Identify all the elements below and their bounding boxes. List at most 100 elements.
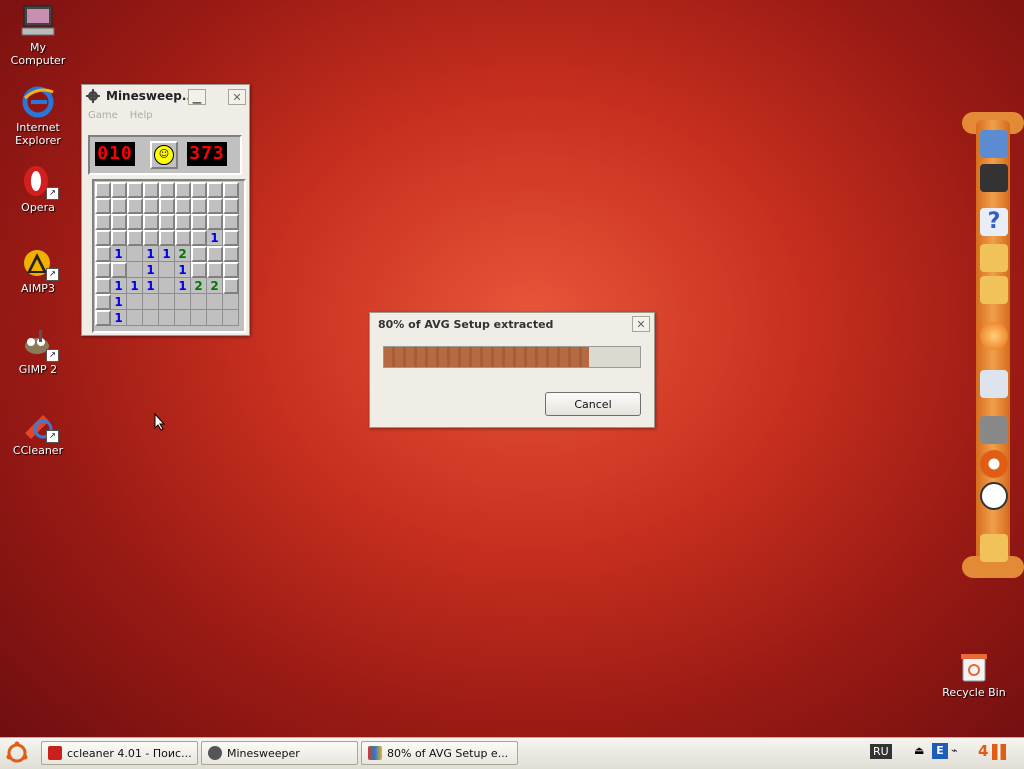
covered-cell[interactable] [207, 182, 223, 198]
number-cell[interactable]: 1 [111, 294, 127, 310]
covered-cell[interactable] [127, 230, 143, 246]
covered-cell[interactable] [143, 198, 159, 214]
covered-cell[interactable] [207, 214, 223, 230]
covered-cell[interactable] [191, 230, 207, 246]
revealed-cell[interactable] [127, 310, 143, 326]
covered-cell[interactable] [111, 182, 127, 198]
covered-cell[interactable] [207, 246, 223, 262]
revealed-cell[interactable] [159, 262, 175, 278]
menu-game[interactable]: Game [88, 110, 118, 121]
revealed-cell[interactable] [127, 246, 143, 262]
number-cell[interactable]: 2 [175, 246, 191, 262]
revealed-cell[interactable] [159, 278, 175, 294]
tray-network-icon[interactable]: ⌁ [951, 744, 958, 757]
covered-cell[interactable] [127, 214, 143, 230]
taskbar-button-ccleaner[interactable]: ccleaner 4.01 - Поис... [41, 741, 198, 765]
covered-cell[interactable] [191, 246, 207, 262]
covered-cell[interactable] [175, 230, 191, 246]
revealed-cell[interactable] [223, 310, 239, 326]
number-cell[interactable]: 1 [143, 262, 159, 278]
covered-cell[interactable] [127, 182, 143, 198]
covered-cell[interactable] [159, 230, 175, 246]
taskbar-button-minesweeper[interactable]: Minesweeper [201, 741, 358, 765]
covered-cell[interactable] [95, 246, 111, 262]
covered-cell[interactable] [111, 198, 127, 214]
covered-cell[interactable] [223, 182, 239, 198]
covered-cell[interactable] [95, 262, 111, 278]
desktop-icon-aimp3[interactable]: ↗ AIMP3 [4, 245, 72, 295]
covered-cell[interactable] [159, 182, 175, 198]
number-cell[interactable]: 1 [159, 246, 175, 262]
minimize-button[interactable]: ▁ [188, 89, 206, 105]
revealed-cell[interactable] [175, 294, 191, 310]
covered-cell[interactable] [95, 214, 111, 230]
number-cell[interactable]: 1 [207, 230, 223, 246]
covered-cell[interactable] [223, 262, 239, 278]
new-game-button[interactable]: ☺ [150, 141, 178, 169]
dock-network-icon[interactable] [980, 164, 1008, 192]
revealed-cell[interactable] [159, 310, 175, 326]
dock-firefox-icon[interactable] [980, 322, 1008, 350]
dock-ubuntu-icon[interactable] [980, 450, 1008, 478]
covered-cell[interactable] [223, 198, 239, 214]
tray-clock[interactable]: 4 [978, 742, 988, 760]
revealed-cell[interactable] [191, 310, 207, 326]
covered-cell[interactable] [175, 198, 191, 214]
language-indicator[interactable]: RU [870, 744, 892, 759]
covered-cell[interactable] [143, 182, 159, 198]
desktop-icon-ccleaner[interactable]: ↗ CCleaner [4, 407, 72, 457]
revealed-cell[interactable] [207, 294, 223, 310]
dock-media-player-icon[interactable] [980, 370, 1008, 398]
desktop-icon-gimp[interactable]: ↗ GIMP 2 [4, 326, 72, 376]
covered-cell[interactable] [95, 278, 111, 294]
covered-cell[interactable] [143, 214, 159, 230]
covered-cell[interactable] [207, 198, 223, 214]
covered-cell[interactable] [95, 230, 111, 246]
minesweeper-titlebar[interactable]: Minesweep... [82, 85, 249, 107]
covered-cell[interactable] [191, 198, 207, 214]
covered-cell[interactable] [175, 214, 191, 230]
number-cell[interactable]: 1 [111, 278, 127, 294]
covered-cell[interactable] [223, 278, 239, 294]
covered-cell[interactable] [223, 230, 239, 246]
number-cell[interactable]: 2 [207, 278, 223, 294]
dock-help-icon[interactable]: ? [980, 208, 1008, 236]
revealed-cell[interactable] [175, 310, 191, 326]
revealed-cell[interactable] [127, 262, 143, 278]
dock-computer-icon[interactable] [980, 130, 1008, 158]
desktop-icon-internet-explorer[interactable]: Internet Explorer [4, 84, 72, 147]
revealed-cell[interactable] [127, 294, 143, 310]
desktop-icon-opera[interactable]: ↗ Opera [4, 164, 72, 214]
covered-cell[interactable] [111, 230, 127, 246]
tray-e-icon[interactable]: E [932, 743, 948, 759]
taskbar-button-avg-setup[interactable]: 80% of AVG Setup e... [361, 741, 518, 765]
covered-cell[interactable] [95, 198, 111, 214]
number-cell[interactable]: 1 [111, 246, 127, 262]
dock-clock-icon[interactable] [980, 482, 1008, 510]
number-cell[interactable]: 1 [143, 278, 159, 294]
revealed-cell[interactable] [143, 310, 159, 326]
minesweeper-window[interactable]: Minesweep... ▁ ✕ Game Help 010 ☺ 373 111… [81, 84, 250, 336]
covered-cell[interactable] [191, 214, 207, 230]
dialog-close-button[interactable]: ✕ [632, 316, 650, 332]
covered-cell[interactable] [191, 182, 207, 198]
close-button[interactable]: ✕ [228, 89, 246, 105]
covered-cell[interactable] [207, 262, 223, 278]
number-cell[interactable]: 1 [127, 278, 143, 294]
menu-help[interactable]: Help [130, 110, 153, 121]
revealed-cell[interactable] [159, 294, 175, 310]
covered-cell[interactable] [95, 182, 111, 198]
avg-setup-dialog[interactable]: 80% of AVG Setup extracted ✕ Cancel [369, 312, 655, 428]
covered-cell[interactable] [175, 182, 191, 198]
revealed-cell[interactable] [143, 294, 159, 310]
tray-pager-icon[interactable] [992, 744, 1006, 760]
start-menu-button[interactable] [5, 741, 31, 765]
covered-cell[interactable] [127, 198, 143, 214]
revealed-cell[interactable] [191, 294, 207, 310]
covered-cell[interactable] [111, 214, 127, 230]
covered-cell[interactable] [95, 310, 111, 326]
desktop-icon-my-computer[interactable]: My Computer [4, 4, 72, 67]
number-cell[interactable]: 1 [111, 310, 127, 326]
covered-cell[interactable] [223, 246, 239, 262]
number-cell[interactable]: 2 [191, 278, 207, 294]
